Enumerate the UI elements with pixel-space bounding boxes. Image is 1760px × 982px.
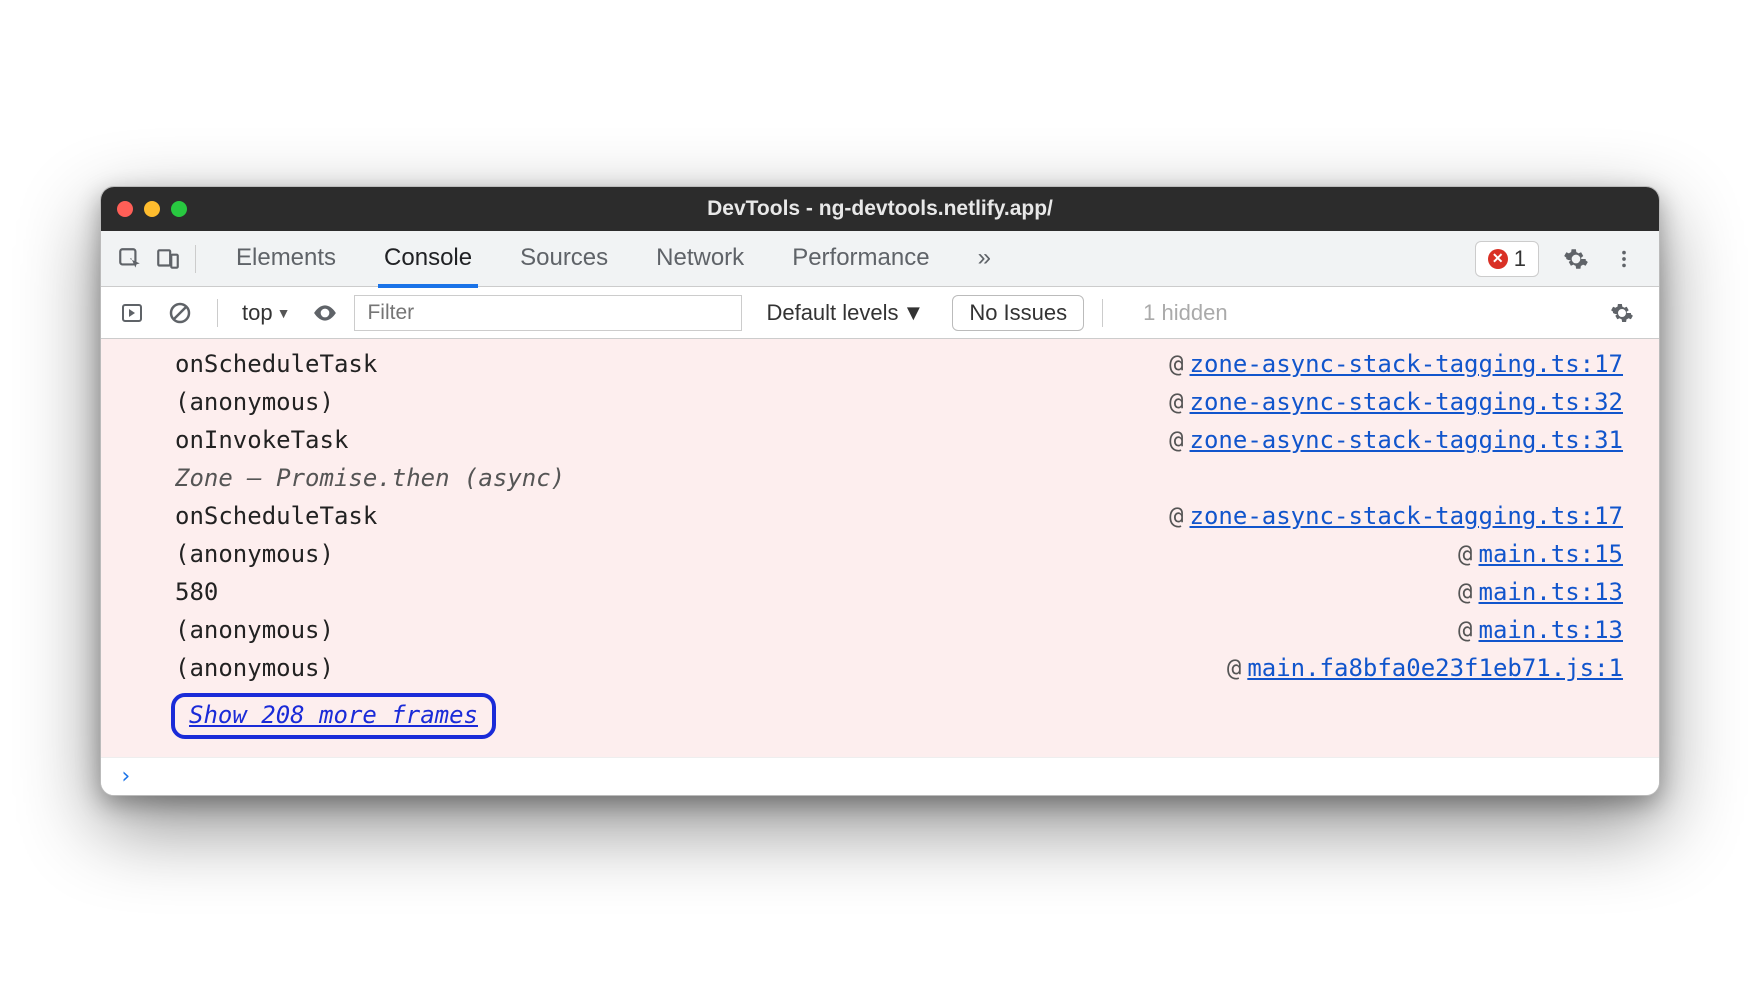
kebab-menu-icon[interactable] (1605, 240, 1643, 278)
divider (1102, 299, 1103, 327)
window-title: DevTools - ng-devtools.netlify.app/ (707, 197, 1053, 221)
live-expression-eye-icon[interactable] (306, 294, 344, 332)
at-symbol: @ (1169, 350, 1183, 378)
tab-console[interactable]: Console (378, 232, 478, 288)
stack-frame-location: @zone-async-stack-tagging.ts:17 (1169, 350, 1623, 378)
stack-frame: (anonymous)@zone-async-stack-tagging.ts:… (101, 383, 1659, 421)
stack-frame: Zone — Promise.then (async) (101, 459, 1659, 497)
prompt-caret-icon: › (119, 764, 132, 789)
stack-frame-function: 580 (175, 578, 1458, 606)
error-icon: ✕ (1488, 249, 1508, 269)
window-titlebar: DevTools - ng-devtools.netlify.app/ (101, 187, 1659, 231)
stack-frame-function: onScheduleTask (175, 350, 1169, 378)
stack-frame-function: (anonymous) (175, 616, 1458, 644)
divider (195, 245, 196, 273)
source-location-link[interactable]: main.fa8bfa0e23f1eb71.js:1 (1247, 654, 1623, 682)
source-location-link[interactable]: zone-async-stack-tagging.ts:17 (1190, 350, 1623, 378)
stack-frame-location: @zone-async-stack-tagging.ts:32 (1169, 388, 1623, 416)
stack-frame: onInvokeTask@zone-async-stack-tagging.ts… (101, 421, 1659, 459)
stack-frame-location: @main.ts:13 (1458, 616, 1623, 644)
stack-frame-function: onScheduleTask (175, 502, 1169, 530)
error-count-badge[interactable]: ✕ 1 (1475, 241, 1539, 277)
tab-sources[interactable]: Sources (514, 232, 614, 285)
console-settings-gear-icon[interactable] (1603, 294, 1641, 332)
chevron-down-icon: ▼ (903, 300, 925, 326)
minimize-window-icon[interactable] (144, 201, 160, 217)
tab-elements[interactable]: Elements (230, 232, 342, 285)
stack-frame-location: @main.ts:15 (1458, 540, 1623, 568)
stack-frame: 580@main.ts:13 (101, 573, 1659, 611)
context-selector[interactable]: top ▼ (236, 296, 296, 330)
hidden-messages-count: 1 hidden (1143, 300, 1227, 326)
filter-input[interactable] (354, 295, 742, 331)
traffic-lights (117, 201, 187, 217)
source-location-link[interactable]: zone-async-stack-tagging.ts:31 (1190, 426, 1623, 454)
context-label: top (242, 300, 273, 326)
error-count: 1 (1514, 246, 1526, 272)
tab-performance[interactable]: Performance (786, 232, 935, 285)
clear-console-icon[interactable] (161, 294, 199, 332)
log-levels-selector[interactable]: Default levels ▼ (766, 300, 924, 326)
zoom-window-icon[interactable] (171, 201, 187, 217)
stack-frame-function: onInvokeTask (175, 426, 1169, 454)
at-symbol: @ (1227, 654, 1241, 682)
stack-frame-function: Zone — Promise.then (async) (175, 464, 1623, 492)
stack-frame-function: (anonymous) (175, 388, 1169, 416)
show-more-frames-link[interactable]: Show 208 more frames (171, 693, 496, 739)
settings-gear-icon[interactable] (1557, 240, 1595, 278)
source-location-link[interactable]: main.ts:13 (1479, 578, 1624, 606)
log-levels-label: Default levels (766, 300, 898, 326)
stack-frame-function: (anonymous) (175, 540, 1458, 568)
at-symbol: @ (1458, 578, 1472, 606)
source-location-link[interactable]: zone-async-stack-tagging.ts:17 (1190, 502, 1623, 530)
at-symbol: @ (1458, 540, 1472, 568)
stack-frame-function: (anonymous) (175, 654, 1227, 682)
inspect-element-icon[interactable] (111, 240, 149, 278)
at-symbol: @ (1169, 426, 1183, 454)
stack-frame: (anonymous)@main.ts:13 (101, 611, 1659, 649)
tab-overflow-icon[interactable]: » (972, 232, 997, 285)
stack-frame-location: @zone-async-stack-tagging.ts:17 (1169, 502, 1623, 530)
stack-frame-location: @zone-async-stack-tagging.ts:31 (1169, 426, 1623, 454)
panel-tabs: Elements Console Sources Network Perform… (230, 232, 997, 285)
stack-frame: onScheduleTask@zone-async-stack-tagging.… (101, 345, 1659, 383)
console-toolbar: top ▼ Default levels ▼ No Issues 1 hidde… (101, 287, 1659, 339)
chevron-down-icon: ▼ (277, 305, 291, 321)
close-window-icon[interactable] (117, 201, 133, 217)
source-location-link[interactable]: main.ts:15 (1479, 540, 1624, 568)
issues-button[interactable]: No Issues (952, 295, 1084, 331)
divider (217, 299, 218, 327)
devtools-window: DevTools - ng-devtools.netlify.app/ Elem… (100, 186, 1660, 796)
at-symbol: @ (1169, 388, 1183, 416)
tab-network[interactable]: Network (650, 232, 750, 285)
source-location-link[interactable]: main.ts:13 (1479, 616, 1624, 644)
console-prompt[interactable]: › (101, 757, 1659, 795)
toggle-sidebar-icon[interactable] (113, 294, 151, 332)
error-stack-trace: onScheduleTask@zone-async-stack-tagging.… (101, 339, 1659, 757)
stack-frame: onScheduleTask@zone-async-stack-tagging.… (101, 497, 1659, 535)
at-symbol: @ (1169, 502, 1183, 530)
stack-frame-location: @main.ts:13 (1458, 578, 1623, 606)
stack-frame-location: @main.fa8bfa0e23f1eb71.js:1 (1227, 654, 1623, 682)
at-symbol: @ (1458, 616, 1472, 644)
console-messages: onScheduleTask@zone-async-stack-tagging.… (101, 339, 1659, 795)
devtools-tabbar: Elements Console Sources Network Perform… (101, 231, 1659, 287)
stack-frame: (anonymous)@main.ts:15 (101, 535, 1659, 573)
stack-frame: (anonymous)@main.fa8bfa0e23f1eb71.js:1 (101, 649, 1659, 687)
source-location-link[interactable]: zone-async-stack-tagging.ts:32 (1190, 388, 1623, 416)
device-toolbar-icon[interactable] (149, 240, 187, 278)
